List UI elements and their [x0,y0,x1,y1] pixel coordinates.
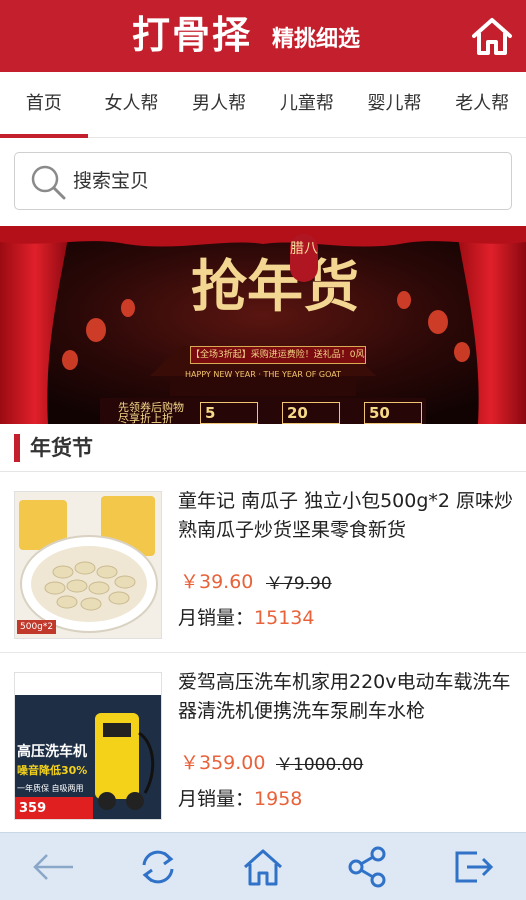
section-header: 年货节 [0,426,526,472]
section-title: 年货节 [30,436,93,460]
bottom-nav-bar [0,832,526,900]
coupon-5[interactable]: 5 [200,402,258,424]
product-original-price: ￥79.90 [266,574,332,594]
product-price: ￥39.60 [180,571,254,593]
tab-children[interactable]: 儿童帮 [263,72,351,137]
home-button[interactable] [210,833,315,900]
pumpkin-seeds-image [15,492,161,638]
product-image-tag: 500g*2 [17,620,57,634]
back-arrow-icon [32,853,73,880]
home-icon [244,849,282,885]
tab-men[interactable]: 男人帮 [175,72,263,137]
sales-label: 月销量： [178,607,255,629]
refresh-icon [142,850,174,883]
sales-count: 15134 [254,607,315,629]
refresh-button[interactable] [105,833,210,900]
banner-english-text: HAPPY NEW YEAR · THE YEAR OF GOAT [184,370,342,379]
product-sales: 月销量：1958 [178,784,302,811]
banner-promo-strip: 【全场3折起】采购进运费险！送礼品！0风险购！ [190,346,366,364]
product-image-note: 一年质保 自吸两用 [17,784,84,793]
sales-count: 1958 [254,788,303,810]
banner-badge: 腊八 [290,234,318,282]
product-title[interactable]: 爱驾高压洗车机家用220v电动车载洗车器清洗机便携洗车泵刷车水枪 [178,668,518,726]
product-image-tag: 高压洗车机 [17,744,87,760]
product-card[interactable]: 高压洗车机 噪音降低30% 一年质保 自吸两用 359 爱驾高压洗车机家用220… [0,654,526,832]
product-price: ￥359.00 [180,752,266,774]
product-image-price: 359 [19,801,47,816]
product-image[interactable]: 高压洗车机 噪音降低30% 一年质保 自吸两用 359 [14,672,162,820]
share-button[interactable] [316,833,421,900]
product-image-subtag: 噪音降低30% [17,764,88,777]
product-image[interactable]: 500g*2 [14,491,162,639]
tab-baby[interactable]: 婴儿帮 [351,72,439,137]
search-box[interactable] [14,152,512,210]
back-button[interactable] [0,833,105,900]
tab-home[interactable]: 首页 [0,72,88,138]
coupon-50[interactable]: 50 [364,402,422,424]
brand-logo-text: 打骨择 [132,13,253,57]
product-card[interactable]: 500g*2 童年记 南瓜子 独立小包500g*2 原味炒熟南瓜子炒货坚果零食新… [0,473,526,653]
banner-title: 抢年货 [191,254,359,320]
tab-women[interactable]: 女人帮 [88,72,176,137]
product-original-price: ￥1000.00 [276,755,364,775]
tab-elderly[interactable]: 老人帮 [438,72,526,137]
coupon-20[interactable]: 20 [282,402,340,424]
exit-icon [455,851,494,882]
category-tabs: 首页 女人帮 男人帮 儿童帮 婴儿帮 老人帮 [0,72,526,138]
promo-banner[interactable]: 抢年货 腊八 【全场3折起】采购进运费险！送礼品！0风险购！ HAPPY NEW… [0,226,526,424]
product-title[interactable]: 童年记 南瓜子 独立小包500g*2 原味炒熟南瓜子炒货坚果零食新货 [178,487,518,545]
search-input[interactable] [73,161,493,201]
banner-cta-text: 先领券后购物 尽享折上折 [118,401,184,424]
search-icon [31,165,66,200]
section-accent-bar [14,434,20,462]
product-sales: 月销量：15134 [178,603,314,630]
sales-label: 月销量： [178,788,255,810]
exit-button[interactable] [421,833,526,900]
share-icon [348,846,386,887]
brand-slogan: 精挑细选 [272,27,361,52]
app-header: 打骨择 精挑细选 [0,0,526,72]
home-icon[interactable] [470,14,514,58]
